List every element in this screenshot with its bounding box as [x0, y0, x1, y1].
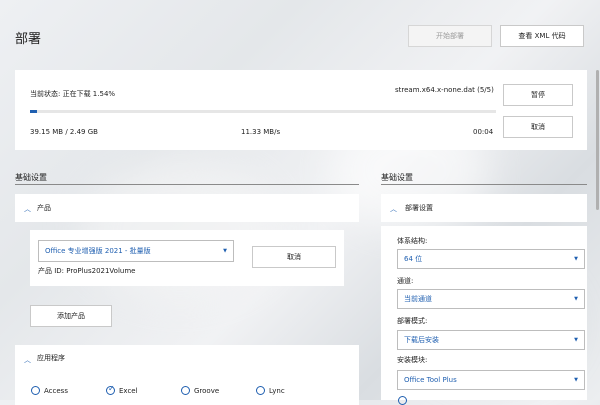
dropdown-arrow-icon: ▼: [574, 337, 578, 343]
scrollbar-thumb[interactable]: [596, 70, 599, 210]
deploy-settings-header[interactable]: ︿ 部署设置: [381, 194, 587, 222]
remove-product-button[interactable]: 取消: [252, 246, 336, 268]
speed-text: 11.33 MB/s: [241, 128, 281, 136]
dropdown-arrow-icon: ▼: [574, 256, 578, 262]
time-remaining-text: 00:04: [473, 128, 494, 136]
size-text: 39.15 MB / 2.49 GB: [30, 128, 98, 136]
left-section-title: 基础设置: [15, 173, 47, 182]
apps-section: ︿ 应用程序: [15, 345, 359, 405]
product-body: Office 专业增强版 2021 - 批量版 ▼ 取消 产品 ID: ProP…: [30, 230, 344, 286]
file-name-text: stream.x64.x-none.dat (5/5): [395, 86, 494, 94]
circle-icon: [181, 386, 190, 395]
progress-track: [30, 110, 496, 113]
progress-fill: [30, 110, 38, 113]
product-id-text: 产品 ID: ProPlus2021Volume: [38, 267, 136, 275]
install-module-select[interactable]: Office Tool Plus ▼: [397, 370, 585, 390]
channel-select[interactable]: 当前通道 ▼: [397, 289, 585, 309]
app-checkbox-groove[interactable]: Groove: [181, 386, 219, 395]
app-checkbox-access[interactable]: Access: [31, 386, 68, 395]
circle-icon: [31, 386, 40, 395]
right-section-divider: [381, 184, 587, 185]
product-select[interactable]: Office 专业增强版 2021 - 批量版 ▼: [38, 240, 234, 262]
product-select-value: Office 专业增强版 2021 - 批量版: [45, 247, 151, 255]
page-title: 部署: [15, 32, 42, 47]
dropdown-arrow-icon: ▼: [223, 248, 227, 254]
left-section-divider: [15, 184, 359, 185]
chevron-up-icon: ︿: [390, 205, 397, 213]
install-module-label: 安装模块:: [397, 356, 428, 364]
circle-icon: [256, 386, 265, 395]
download-status-card: 当前状态: 正在下载 1.54% stream.x64.x-none.dat (…: [15, 70, 587, 150]
deploy-settings-label: 部署设置: [405, 204, 433, 212]
app-checkbox-lync[interactable]: Lync: [256, 386, 285, 395]
deploy-mode-select[interactable]: 下载后安装 ▼: [397, 330, 585, 350]
cancel-download-button[interactable]: 取消: [503, 116, 573, 138]
dropdown-arrow-icon: ▼: [574, 296, 578, 302]
check-circle-icon: [106, 384, 115, 395]
add-product-button[interactable]: 添加产品: [30, 305, 112, 327]
dropdown-arrow-icon: ▼: [574, 377, 578, 383]
circle-icon[interactable]: [398, 396, 407, 405]
product-header[interactable]: ︿ 产品: [15, 194, 359, 222]
chevron-up-icon: ︿: [24, 205, 31, 213]
pause-button[interactable]: 暂停: [503, 84, 573, 106]
channel-label: 通道:: [397, 277, 414, 285]
deploy-mode-label: 部署模式:: [397, 317, 428, 325]
apps-header-label: 应用程序: [37, 354, 65, 362]
app-checkbox-excel[interactable]: Excel: [106, 384, 138, 395]
right-section-title: 基础设置: [381, 173, 413, 182]
arch-label: 体系结构:: [397, 237, 428, 245]
arch-select[interactable]: 64 位 ▼: [397, 249, 585, 269]
chevron-up-icon: ︿: [24, 356, 31, 364]
product-header-label: 产品: [37, 204, 51, 212]
view-xml-button[interactable]: 查看 XML 代码: [500, 25, 584, 47]
status-text: 当前状态: 正在下载 1.54%: [30, 90, 116, 98]
start-deploy-button[interactable]: 开始部署: [408, 25, 492, 47]
